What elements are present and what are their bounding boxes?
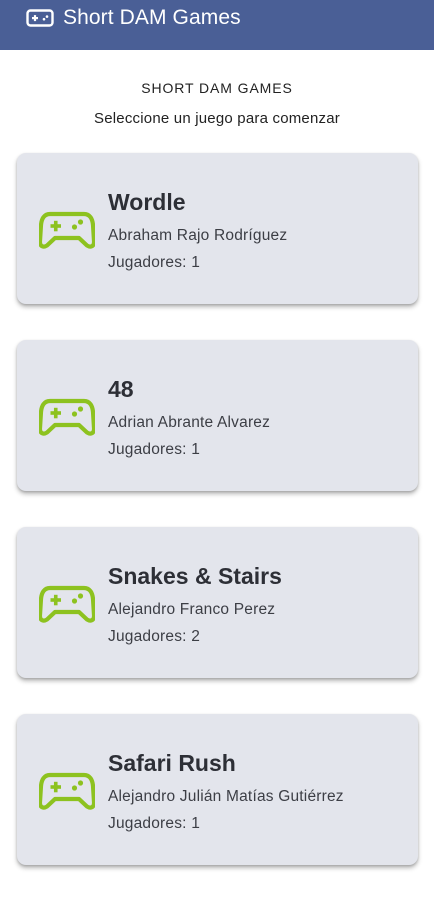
players-label: Jugadores:: [108, 815, 187, 832]
players-label: Jugadores:: [108, 254, 187, 271]
game-title: Safari Rush: [108, 750, 236, 776]
gamepad-icon: [39, 211, 95, 249]
gamepad-icon: [39, 585, 95, 623]
game-players: Jugadores: 1: [108, 815, 200, 833]
players-label: Jugadores:: [108, 441, 187, 458]
players-label: Jugadores:: [108, 628, 187, 645]
game-card-safari-rush[interactable]: Safari Rush Alejandro Julián Matías Guti…: [17, 714, 418, 865]
app-title: Short DAM Games: [63, 6, 241, 29]
app-bar: Short DAM Games: [0, 0, 434, 50]
gamepad-icon: [39, 772, 95, 810]
game-list: Wordle Abraham Rajo Rodríguez Jugadores:…: [17, 153, 418, 901]
players-count: 1: [191, 441, 201, 458]
gamepad-icon: [26, 9, 54, 27]
game-card-wordle[interactable]: Wordle Abraham Rajo Rodríguez Jugadores:…: [17, 153, 418, 304]
game-card-48[interactable]: 48 Adrian Abrante Alvarez Jugadores: 1: [17, 340, 418, 491]
game-author: Alejandro Julián Matías Gutiérrez: [108, 788, 344, 805]
gamepad-icon: [39, 398, 95, 436]
game-title: 48: [108, 376, 134, 402]
game-card-snakes-stairs[interactable]: Snakes & Stairs Alejandro Franco Perez J…: [17, 527, 418, 678]
game-players: Jugadores: 1: [108, 254, 200, 272]
game-players: Jugadores: 1: [108, 441, 200, 459]
players-count: 2: [191, 628, 201, 645]
game-author: Adrian Abrante Alvarez: [108, 414, 271, 431]
game-author: Alejandro Franco Perez: [108, 601, 276, 618]
players-count: 1: [191, 254, 201, 271]
players-count: 1: [191, 815, 201, 832]
page-subtitle: Seleccione un juego para comenzar: [94, 110, 340, 127]
game-players: Jugadores: 2: [108, 628, 200, 646]
page-title: SHORT DAM GAMES: [141, 80, 293, 96]
game-title: Snakes & Stairs: [108, 563, 282, 589]
game-title: Wordle: [108, 189, 186, 215]
game-author: Abraham Rajo Rodríguez: [108, 227, 288, 244]
